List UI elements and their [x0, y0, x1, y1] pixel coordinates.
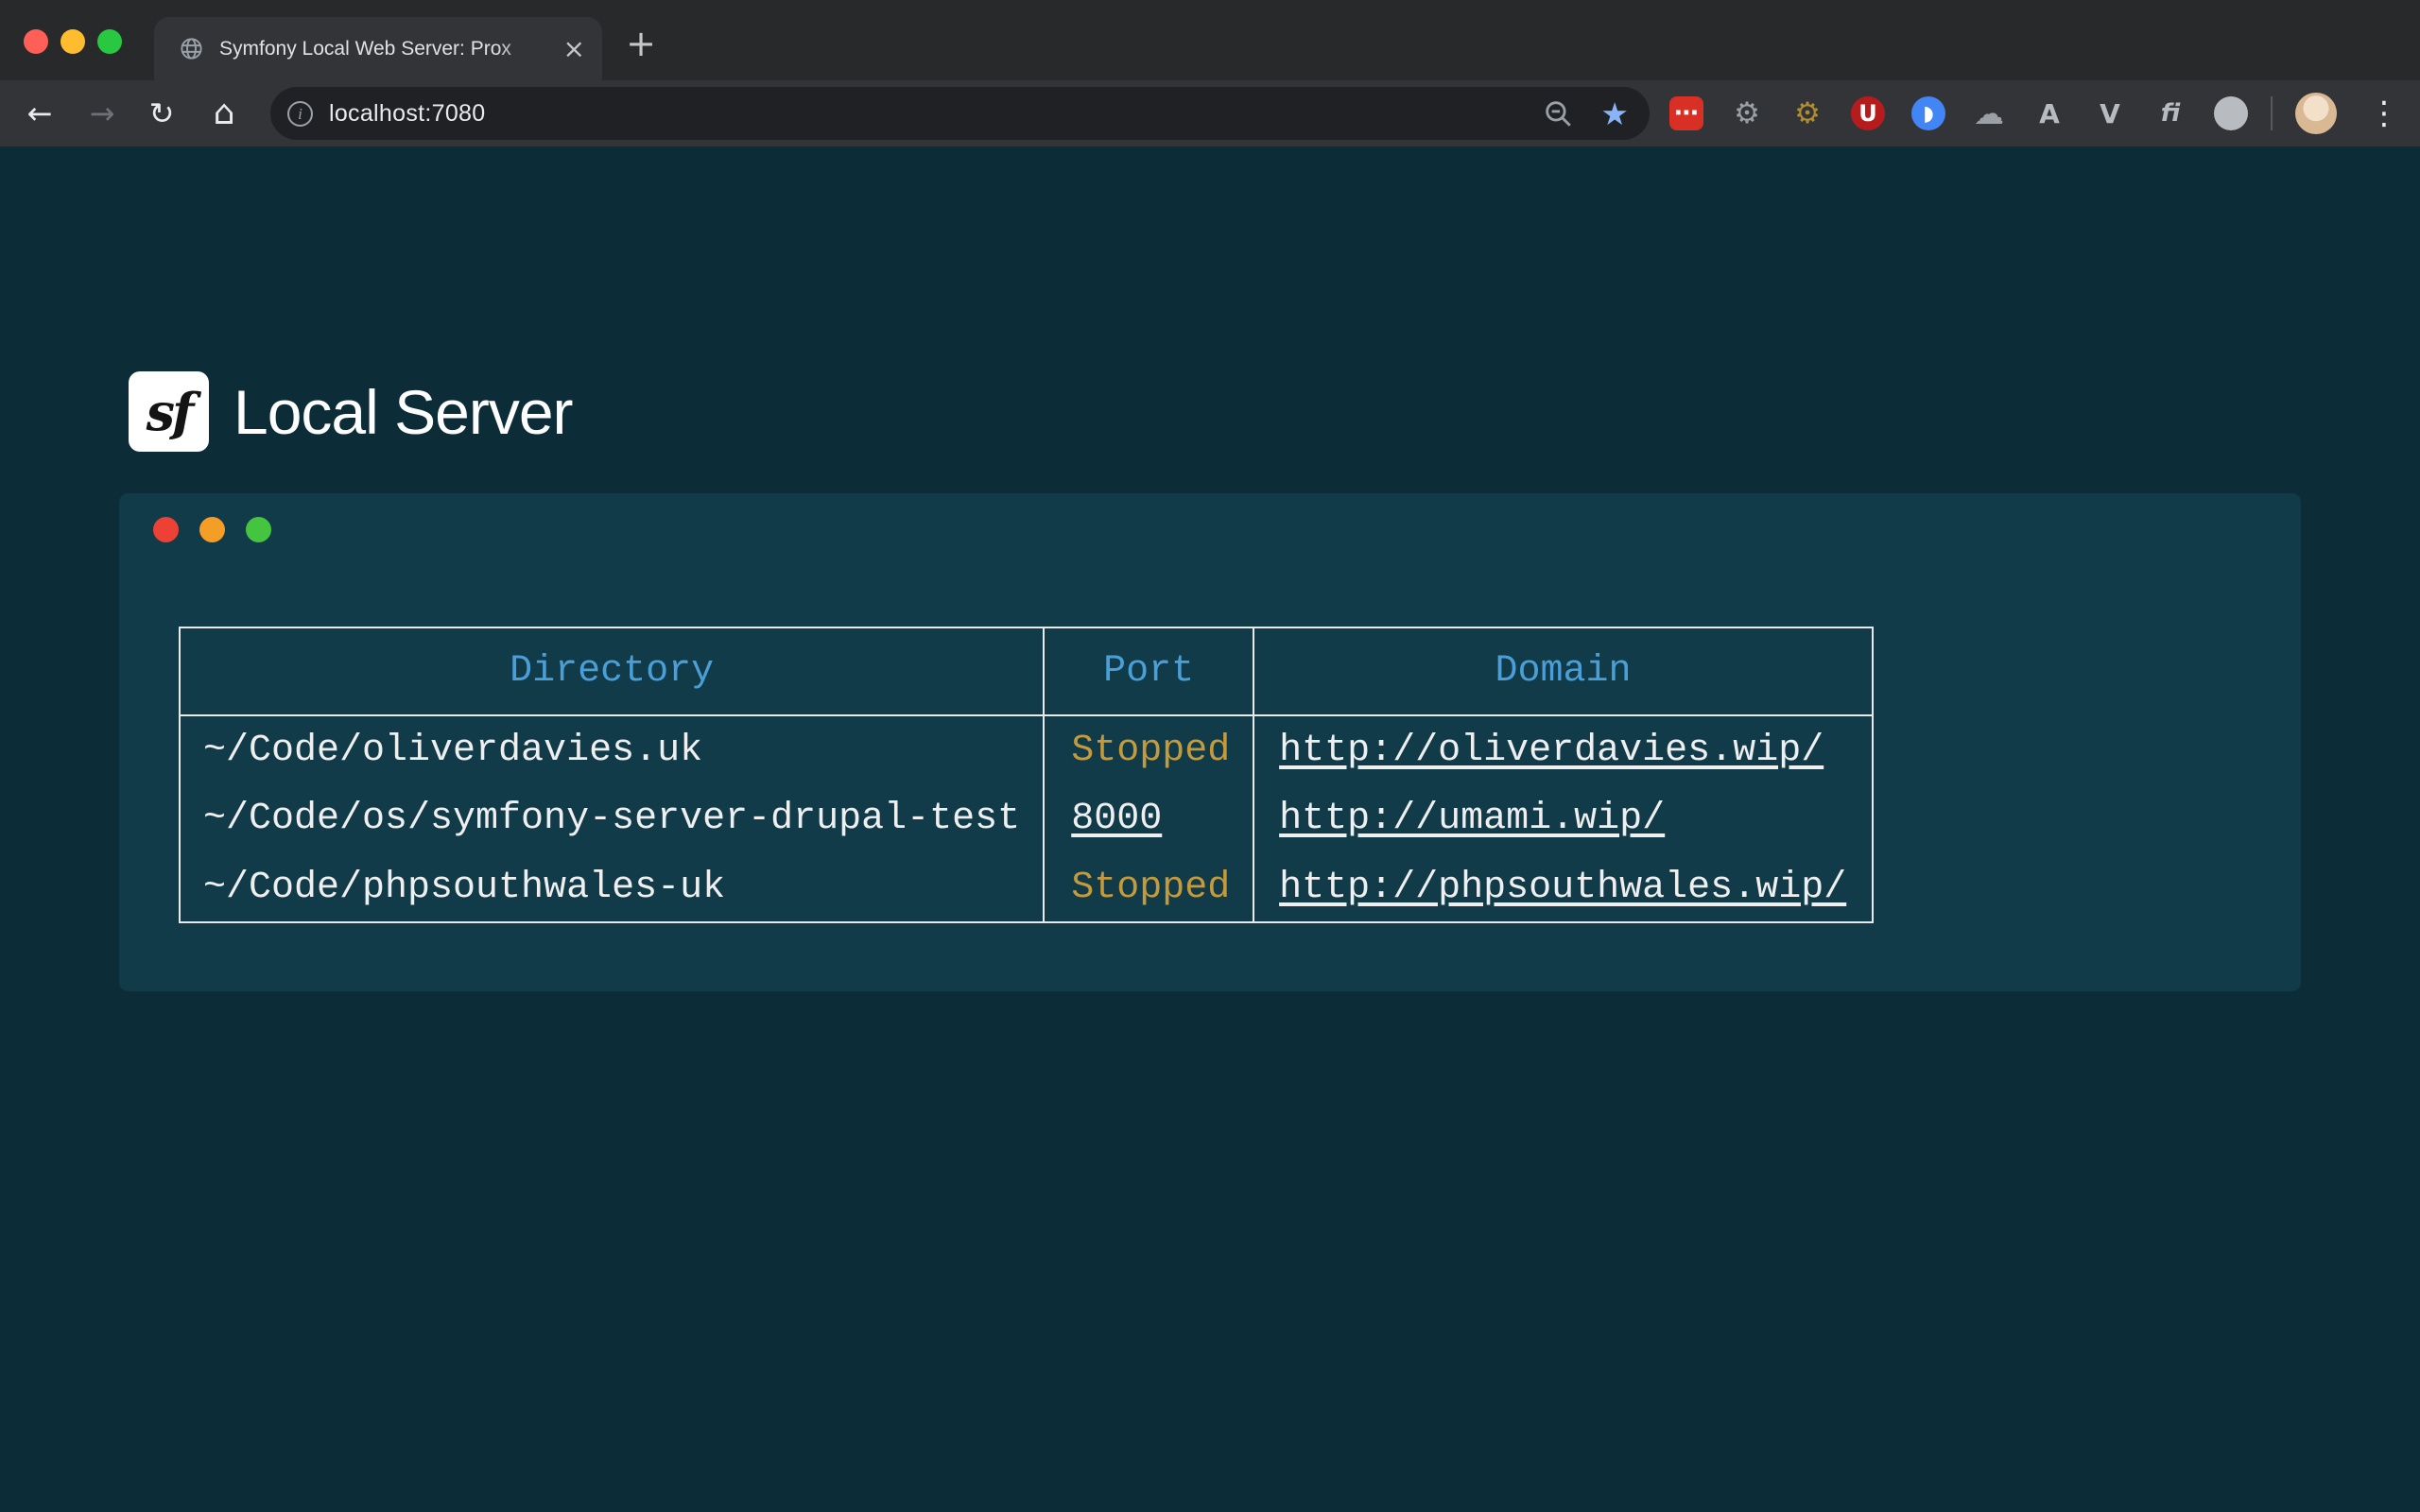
directory-cell: ~/Code/oliverdavies.uk: [180, 715, 1044, 784]
forward-icon: →: [81, 93, 123, 134]
home-icon[interactable]: ⌂: [203, 93, 245, 134]
red-dot-icon: [153, 517, 179, 542]
reload-icon[interactable]: ↻: [141, 93, 182, 134]
gear-extension-icon[interactable]: ⚙: [1726, 93, 1768, 134]
tab-title: Symfony Local Web Server: Prox: [219, 38, 556, 60]
terminal-window-dots: [153, 517, 271, 542]
port-link[interactable]: 8000: [1071, 798, 1162, 840]
directory-cell: ~/Code/phpsouthwales-uk: [180, 853, 1044, 922]
profile-avatar[interactable]: [2295, 93, 2337, 134]
terminal-card: Directory Port Domain ~/Code/oliverdavie…: [119, 493, 2301, 991]
window-fullscreen-button[interactable]: [97, 29, 122, 54]
new-tab-button[interactable]: +: [619, 23, 663, 66]
header-directory: Directory: [180, 627, 1044, 715]
header-port: Port: [1044, 627, 1253, 715]
browser-menu-icon[interactable]: ⋮: [2363, 93, 2405, 134]
url-text: localhost:7080: [329, 100, 1542, 128]
directory-cell: ~/Code/os/symfony-server-drupal-test: [180, 784, 1044, 853]
blue-circle-extension-icon[interactable]: ◗: [1908, 93, 1949, 134]
domain-link[interactable]: http://oliverdavies.wip/: [1279, 730, 1824, 772]
toolbar-divider: [2271, 96, 2273, 130]
symfony-logo: sf: [129, 371, 209, 452]
green-dot-icon: [246, 517, 271, 542]
tab-strip: Symfony Local Web Server: Prox × +: [0, 0, 2420, 80]
dark-gear-extension-icon[interactable]: ⚙: [1787, 93, 1828, 134]
header-domain: Domain: [1253, 627, 1873, 715]
fi-extension-icon[interactable]: fi: [2150, 93, 2191, 134]
window-controls: [24, 29, 122, 54]
bookmark-star-icon[interactable]: ★: [1600, 95, 1629, 132]
port-status: Stopped: [1071, 730, 1230, 772]
browser-toolbar: ← → ↻ ⌂ i localhost:7080 ★ ⋯ ⚙ ⚙ U ◗: [0, 80, 2420, 146]
ublock-extension-icon[interactable]: U: [1847, 93, 1889, 134]
page-header: sf Local Server: [129, 371, 573, 452]
table-row: ~/Code/os/symfony-server-drupal-test 800…: [180, 784, 1873, 853]
table-row: ~/Code/oliverdavies.uk Stopped http://ol…: [180, 715, 1873, 784]
a-extension-icon[interactable]: A: [2029, 93, 2070, 134]
port-status: Stopped: [1071, 867, 1230, 909]
domain-link[interactable]: http://phpsouthwales.wip/: [1279, 867, 1846, 909]
site-info-icon[interactable]: i: [287, 101, 313, 127]
domain-link[interactable]: http://umami.wip/: [1279, 798, 1665, 840]
back-icon[interactable]: ←: [19, 93, 60, 134]
window-close-button[interactable]: [24, 29, 48, 54]
v-extension-icon[interactable]: V: [2089, 93, 2131, 134]
servers-table: Directory Port Domain ~/Code/oliverdavie…: [179, 627, 1874, 923]
page-title: Local Server: [233, 376, 573, 448]
table-header-row: Directory Port Domain: [180, 627, 1873, 715]
browser-tab[interactable]: Symfony Local Web Server: Prox ×: [154, 17, 602, 80]
table-row: ~/Code/phpsouthwales-uk Stopped http://p…: [180, 853, 1873, 922]
orange-dot-icon: [199, 517, 225, 542]
cloud-extension-icon[interactable]: ☁: [1968, 93, 2010, 134]
window-minimize-button[interactable]: [60, 29, 85, 54]
adblock-extension-icon[interactable]: ⋯: [1666, 93, 1707, 134]
page-content: sf Local Server Directory Port Domain: [0, 146, 2420, 1512]
zoom-icon[interactable]: [1542, 97, 1574, 129]
tab-close-icon[interactable]: ×: [563, 36, 585, 62]
address-bar[interactable]: i localhost:7080 ★: [270, 87, 1650, 140]
tab-favicon-globe-icon: [179, 36, 204, 61]
github-extension-icon[interactable]: [2210, 93, 2252, 134]
